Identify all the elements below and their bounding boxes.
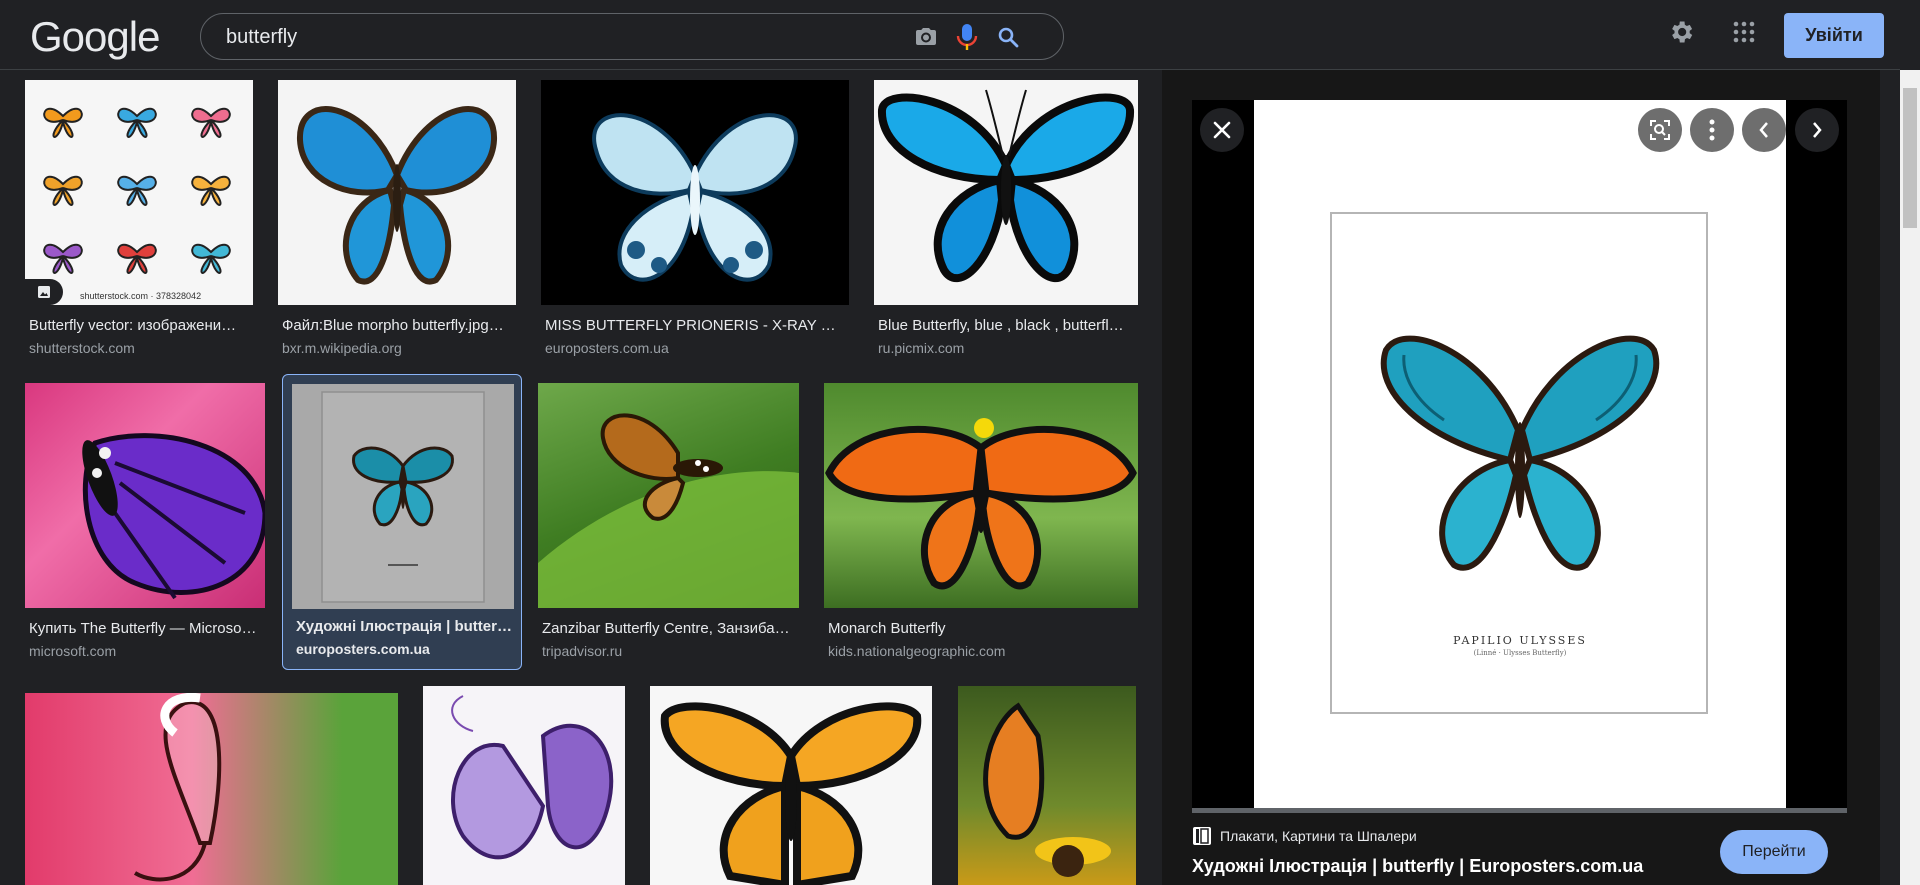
poster-subcaption: (Linné · Ulysses Butterfly): [1473, 649, 1567, 657]
butterfly-drawing: [82, 433, 265, 600]
search-box[interactable]: [200, 13, 1064, 60]
chevron-left-icon: [1759, 122, 1768, 138]
result-tile-2[interactable]: Файл:Blue morpho butterfly.jpg… bxr.m.wi…: [278, 80, 516, 360]
result-tile-12[interactable]: [958, 686, 1136, 885]
preview-progress-bar: [1192, 808, 1847, 813]
previous-button[interactable]: [1742, 108, 1786, 152]
preview-title[interactable]: Художні Ілюстрація | butterfly | Europos…: [1192, 856, 1643, 877]
butterfly-drawing: [296, 106, 498, 285]
result-source: bxr.m.wikipedia.org: [282, 340, 402, 356]
close-icon: [1213, 121, 1231, 139]
more-vert-icon: [1709, 119, 1715, 141]
result-title: Zanzibar Butterfly Centre, Занзиба…: [542, 620, 790, 637]
butterfly-drawing: [133, 693, 222, 882]
close-button[interactable]: [1200, 108, 1244, 152]
camera-icon[interactable]: [913, 24, 939, 50]
result-tile-9[interactable]: [25, 693, 398, 885]
image-icon: [38, 286, 50, 298]
search-icon[interactable]: [995, 24, 1021, 50]
result-tile-4[interactable]: Blue Butterfly, blue , black , butterfl……: [874, 80, 1138, 360]
next-button[interactable]: [1795, 108, 1839, 152]
result-thumbnail[interactable]: [824, 383, 1138, 608]
source-row[interactable]: Плакати, Картини та Шпалери: [1192, 826, 1417, 846]
butterfly-drawing: [877, 89, 1135, 283]
more-options-button[interactable]: [1690, 108, 1734, 152]
result-source: tripadvisor.ru: [542, 643, 623, 659]
chevron-right-icon: [1813, 122, 1822, 138]
result-source: shutterstock.com: [29, 340, 135, 356]
scrollbar-thumb[interactable]: [1903, 88, 1917, 228]
result-thumbnail[interactable]: [538, 383, 799, 608]
result-tile-6-selected[interactable]: Художні Ілюстрація | butter… europosters…: [282, 374, 522, 670]
result-tile-3[interactable]: MISS BUTTERFLY PRIONERIS - X-RAY Bla… eu…: [541, 80, 849, 360]
result-thumbnail[interactable]: [874, 80, 1138, 305]
result-title: MISS BUTTERFLY PRIONERIS - X-RAY Bla…: [545, 317, 845, 334]
result-thumbnail[interactable]: shutterstock.com · 378328042: [25, 80, 253, 305]
result-thumbnail[interactable]: [292, 384, 514, 609]
google-logo[interactable]: Google: [30, 13, 160, 61]
butterfly-drawing: [592, 113, 798, 282]
result-source: europosters.com.ua: [296, 641, 430, 657]
result-source: kids.nationalgeographic.com: [828, 643, 1006, 659]
page-scrollbar[interactable]: [1900, 70, 1920, 885]
butterfly-drawing: [43, 107, 231, 274]
poster-caption-line: [388, 564, 418, 566]
result-tile-11[interactable]: [650, 686, 932, 885]
result-source: ru.picmix.com: [878, 340, 965, 356]
result-title: Купить The Butterfly — Microso…: [29, 620, 257, 637]
result-thumbnail[interactable]: [25, 693, 398, 885]
butterfly-drawing: [983, 702, 1111, 877]
microphone-icon[interactable]: [954, 24, 980, 50]
image-preview: PAPILIO ULYSSES (Linné · Ulysses Butterf…: [1192, 100, 1847, 812]
result-source: microsoft.com: [29, 643, 117, 659]
source-name: Плакати, Картини та Шпалери: [1220, 828, 1417, 844]
butterfly-drawing: [451, 695, 614, 860]
sign-in-button[interactable]: Увійти: [1784, 13, 1884, 58]
result-title: Художні Ілюстрація | butter…: [296, 618, 512, 635]
result-thumbnail[interactable]: [423, 686, 625, 885]
butterfly-drawing: [825, 418, 1137, 590]
preview-image[interactable]: PAPILIO ULYSSES (Linné · Ulysses Butterf…: [1254, 100, 1786, 808]
result-thumbnail[interactable]: [958, 686, 1136, 885]
result-tile-1[interactable]: shutterstock.com · 378328042 Butterfly v…: [25, 80, 253, 360]
result-title: Monarch Butterfly: [828, 620, 946, 637]
visit-button[interactable]: Перейти: [1720, 830, 1828, 874]
image-badge: [25, 279, 63, 305]
butterfly-drawing: [660, 702, 922, 885]
result-tile-8[interactable]: Monarch Butterfly kids.nationalgeographi…: [824, 383, 1138, 663]
lens-icon: [1650, 120, 1670, 140]
top-bar: Google Увійти: [0, 0, 1900, 70]
result-thumbnail[interactable]: [541, 80, 849, 305]
lens-search-button[interactable]: [1638, 108, 1682, 152]
result-tile-7[interactable]: Zanzibar Butterfly Centre, Занзиба… trip…: [538, 383, 799, 663]
settings-gear-icon[interactable]: [1665, 16, 1697, 48]
site-favicon-icon: [1193, 827, 1211, 845]
result-title: Файл:Blue morpho butterfly.jpg…: [282, 317, 504, 334]
result-tile-5[interactable]: Купить The Butterfly — Microso… microsof…: [25, 383, 265, 663]
poster-caption: PAPILIO ULYSSES: [1453, 634, 1587, 647]
result-thumbnail[interactable]: [25, 383, 265, 608]
search-input[interactable]: [226, 26, 826, 48]
result-source: europosters.com.ua: [545, 340, 669, 356]
result-title: Butterfly vector: изображени…: [29, 317, 237, 334]
result-thumbnail[interactable]: [650, 686, 932, 885]
result-tile-10[interactable]: [423, 686, 625, 885]
result-thumbnail[interactable]: [278, 80, 516, 305]
apps-grid-icon[interactable]: [1728, 16, 1760, 48]
result-title: Blue Butterfly, blue , black , butterfl…: [878, 317, 1124, 334]
watermark-text: shutterstock.com · 378328042: [80, 291, 202, 301]
